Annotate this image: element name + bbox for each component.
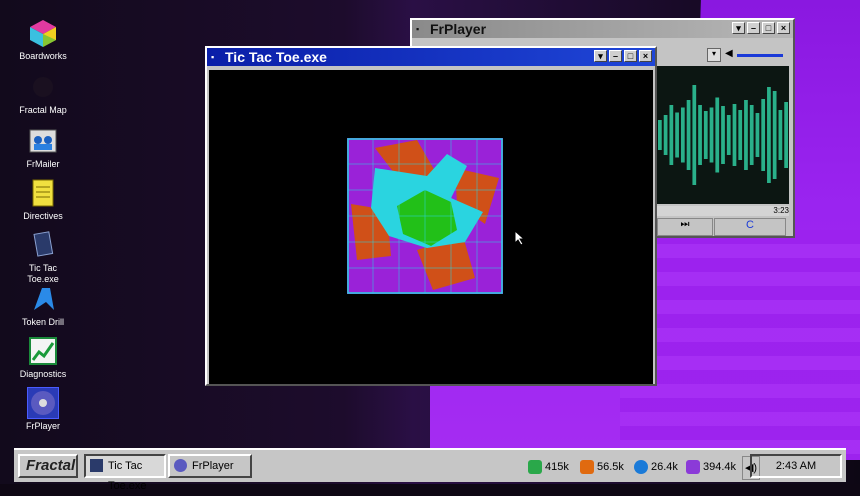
program-icon [90, 459, 103, 472]
desktop-icon-label: Boardworks [19, 51, 67, 61]
tray-value: 26.4k [651, 461, 678, 473]
maximize-button[interactable]: □ [624, 50, 637, 62]
pin-button[interactable]: ▾ [594, 50, 607, 62]
mouse-cursor-icon [514, 230, 526, 246]
drill-icon [28, 284, 58, 314]
waveform-bar [721, 106, 725, 164]
blue-x-icon [634, 460, 648, 475]
minimize-button[interactable]: – [609, 50, 622, 62]
minimize-button[interactable]: – [747, 22, 760, 34]
time-display: 3:23 [657, 206, 789, 216]
waveform-bar [715, 97, 720, 173]
waveform-bar [692, 85, 697, 185]
waveform-bar [778, 110, 783, 160]
waveform-bar [749, 105, 754, 165]
tray-value: 56.5k [597, 461, 624, 473]
waveform-bar [703, 111, 708, 159]
desktop-icon-diagnostics[interactable]: Diagnostics [14, 336, 72, 380]
waveform-bar [767, 87, 771, 183]
game-canvas[interactable] [209, 70, 653, 384]
waveform-bar [698, 105, 702, 165]
task-button-tic-tac-toe[interactable]: Tic Tac Toe.exe [84, 454, 166, 492]
task-label: FrPlayer [192, 460, 234, 472]
repeat-button[interactable]: C [714, 218, 786, 236]
tray-item-green[interactable]: 415k [528, 456, 569, 478]
desktop-icon-label: Fractal Map [19, 105, 67, 115]
task-label: Tic Tac Toe.exe [108, 460, 147, 492]
player-controls-row: ▾ ◀ [657, 48, 787, 62]
waveform-bar [784, 102, 788, 168]
volume-icon: ◀ [725, 48, 733, 59]
pin-button[interactable]: ▾ [732, 22, 745, 34]
desktop-icon-label: FrMailer [26, 159, 60, 169]
tic-tac-toe-window[interactable]: ▪ Tic Tac Toe.exe ▾ – □ × [205, 46, 657, 386]
game-titlebar[interactable]: ▪ Tic Tac Toe.exe ▾ – □ × [207, 48, 655, 66]
desktop-icon-token-drill[interactable]: Token Drill [14, 284, 72, 328]
desktop-icon-label: Tic Tac Toe.exe [27, 263, 59, 284]
close-button[interactable]: × [639, 50, 652, 62]
notes-icon [28, 178, 58, 208]
desktop-icon-fractal-map[interactable]: Fractal Map [14, 72, 72, 116]
window-title: FrPlayer [430, 21, 487, 37]
desktop-icon-directives[interactable]: Directives [14, 178, 72, 222]
waveform-bar [726, 115, 731, 155]
taskbar-clock: 2:43 AM [750, 454, 842, 478]
compass-icon [686, 460, 700, 475]
desktop-icon-label: Token Drill [21, 317, 64, 327]
desktop-icon-frmailer[interactable]: FrMailer [14, 126, 72, 170]
desktop-icon-label: Directives [23, 211, 63, 221]
chart-icon [28, 336, 58, 366]
tray-item-purple[interactable]: 394.4k [686, 456, 736, 478]
map-icon [28, 72, 58, 102]
cube-icon [28, 18, 58, 48]
app-icon: ▪ [211, 52, 215, 62]
desktop-icon-label: Diagnostics [19, 369, 67, 379]
maximize-button[interactable]: □ [762, 22, 775, 34]
waveform-bar [658, 120, 662, 150]
tray-item-orange[interactable]: 56.5k [580, 456, 624, 478]
waveform-bar [738, 110, 743, 160]
taskbar: Fractal Tic Tac Toe.exe FrPlayer 415k 56… [14, 448, 846, 492]
app-icon: ▪ [416, 24, 420, 34]
desktop-icon-frplayer[interactable]: FrPlayer [14, 387, 72, 432]
disc-icon [174, 459, 187, 472]
waveform-bar [686, 100, 691, 170]
waveform-bar [680, 107, 685, 163]
tray-value: 394.4k [703, 461, 737, 473]
program-icon [28, 230, 58, 260]
mail-people-icon [28, 126, 58, 156]
fire-icon [580, 460, 594, 475]
disc-icon [27, 387, 59, 419]
task-button-frplayer[interactable]: FrPlayer [168, 454, 252, 478]
waveform-bar [732, 104, 737, 166]
frplayer-titlebar[interactable]: ▪ FrPlayer ▾ – □ × [412, 20, 793, 38]
waveform-bar [663, 115, 668, 155]
fractal-board[interactable] [347, 138, 503, 294]
waveform-bar [755, 113, 760, 157]
tray-item-blue[interactable]: 26.4k [634, 456, 678, 478]
desktop-icon-label: FrPlayer [25, 421, 60, 431]
waveform-bar [709, 107, 714, 163]
dropdown-arrow-icon[interactable]: ▾ [707, 48, 721, 62]
start-button[interactable]: Fractal [18, 454, 78, 478]
tray-value: 415k [545, 461, 569, 473]
next-button[interactable]: ⏭ [657, 218, 713, 236]
waveform-bar [669, 105, 674, 165]
waveform-bar [772, 91, 777, 179]
waveform-display [657, 66, 789, 204]
green-gem-icon [528, 460, 542, 475]
waveform-bar [761, 99, 766, 171]
window-title: Tic Tac Toe.exe [225, 49, 327, 65]
waveform-bar [744, 100, 748, 170]
desktop-icon-tic-tac-toe[interactable]: Tic Tac Toe.exe [14, 230, 72, 285]
volume-slider[interactable] [737, 54, 783, 57]
waveform-bar [675, 112, 679, 158]
desktop-icon-boardworks[interactable]: Boardworks [14, 18, 72, 62]
close-button[interactable]: × [777, 22, 790, 34]
